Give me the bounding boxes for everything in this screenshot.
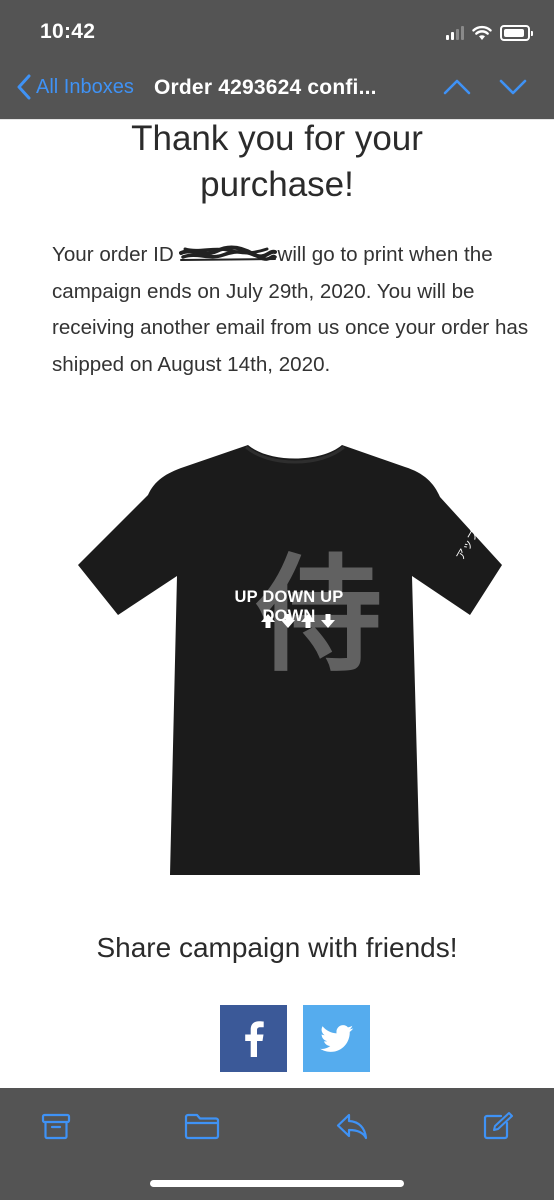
facebook-share-button[interactable] bbox=[220, 1005, 287, 1072]
next-message-button[interactable] bbox=[498, 74, 528, 105]
product-image: 侍 UP DOWN UP DOWN アップ・ダ bbox=[74, 445, 514, 878]
twitter-icon bbox=[319, 1024, 353, 1052]
arrow-up-icon bbox=[301, 614, 315, 628]
chevron-left-icon bbox=[17, 74, 31, 100]
arrow-up-icon bbox=[261, 614, 275, 628]
order-message: Your order ID will go to print when the … bbox=[52, 237, 538, 383]
previous-message-button[interactable] bbox=[442, 74, 472, 105]
move-to-folder-button[interactable] bbox=[184, 1108, 220, 1144]
home-indicator[interactable] bbox=[150, 1180, 404, 1187]
archive-button[interactable] bbox=[38, 1108, 74, 1144]
chevron-up-icon bbox=[443, 79, 471, 95]
status-icons bbox=[446, 23, 533, 43]
twitter-share-button[interactable] bbox=[303, 1005, 370, 1072]
battery-icon bbox=[500, 25, 533, 41]
mail-nav-bar: All Inboxes Order 4293624 confi... bbox=[0, 68, 554, 110]
reply-icon bbox=[336, 1113, 368, 1140]
signal-icon bbox=[446, 26, 464, 40]
archive-icon bbox=[41, 1113, 71, 1140]
chevron-down-icon bbox=[499, 79, 527, 95]
back-button-label: All Inboxes bbox=[36, 75, 134, 98]
compose-icon bbox=[483, 1112, 513, 1140]
order-message-start: Your order ID bbox=[52, 243, 180, 266]
status-time: 10:42 bbox=[40, 20, 96, 43]
share-buttons bbox=[220, 1005, 370, 1072]
email-headline: Thank you for your purchase! bbox=[131, 119, 423, 204]
facebook-icon bbox=[244, 1020, 264, 1057]
back-button[interactable]: All Inboxes bbox=[16, 74, 134, 100]
wifi-icon bbox=[472, 25, 492, 40]
top-bar: 10:42 All Inboxes Order 4293624 confi... bbox=[0, 0, 554, 119]
redacted-order-id bbox=[179, 240, 278, 261]
arrow-down-icon bbox=[281, 614, 295, 628]
arrow-down-icon bbox=[321, 614, 335, 628]
message-subject: Order 4293624 confi... bbox=[154, 76, 377, 99]
compose-button[interactable] bbox=[480, 1108, 516, 1144]
shirt-arrows bbox=[260, 613, 340, 629]
share-heading: Share campaign with friends! bbox=[96, 932, 458, 963]
reply-button[interactable] bbox=[334, 1108, 370, 1144]
email-body[interactable]: Thank you for your purchase! Your order … bbox=[0, 119, 554, 1088]
folder-icon bbox=[184, 1113, 220, 1140]
